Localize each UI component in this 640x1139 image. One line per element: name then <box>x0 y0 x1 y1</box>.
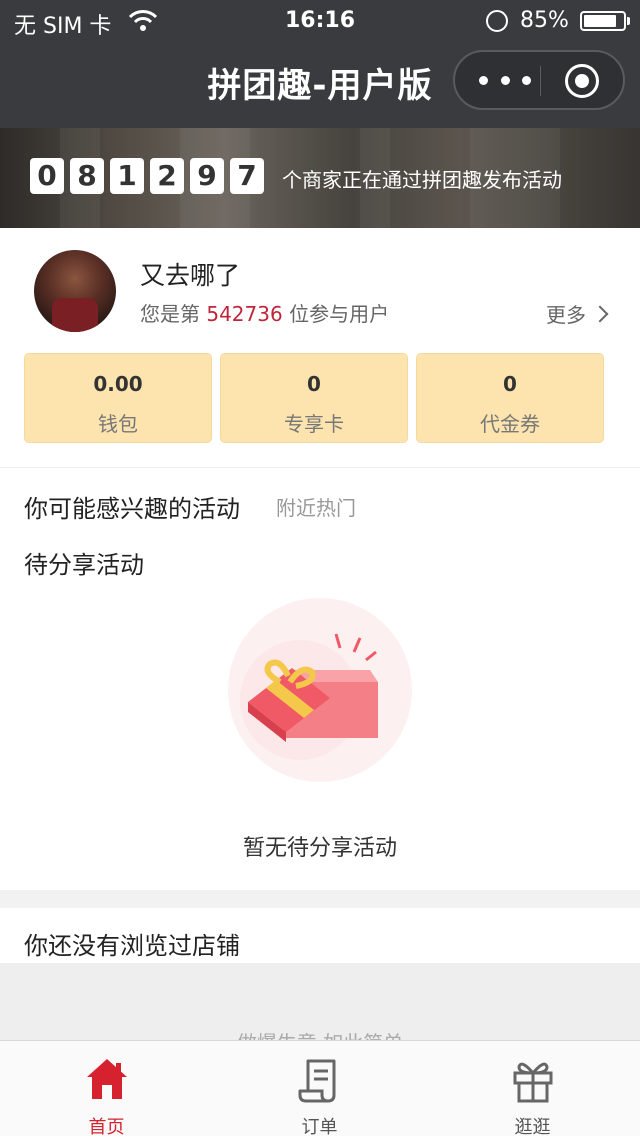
tab-home[interactable]: 首页 <box>0 1041 213 1138</box>
shops-empty-area: 做爆生意 如此简单 <box>0 963 640 1043</box>
rotation-lock-icon <box>486 10 508 32</box>
battery-fill <box>584 15 617 27</box>
counter-digit: 2 <box>150 158 184 194</box>
chevron-right-icon <box>591 305 609 323</box>
counter-digit: 7 <box>230 158 264 194</box>
top-bar: 无 SIM 卡 16:16 85% 拼团趣-用户版 <box>0 0 640 128</box>
pending-section-title: 待分享活动 <box>24 551 144 579</box>
tab-browse[interactable]: 逛逛 <box>426 1041 639 1138</box>
divider <box>0 467 640 468</box>
counter-digit: 9 <box>190 158 224 194</box>
interest-section-title: 你可能感兴趣的活动 <box>24 495 240 523</box>
capsule-divider <box>540 66 541 96</box>
gift-icon <box>513 1062 553 1103</box>
nearby-hot-link[interactable]: 附近热门 <box>276 492 356 521</box>
empty-gift-box-illustration <box>228 598 412 782</box>
battery-percent: 85% <box>520 8 569 33</box>
wallet-value: 0.00 <box>93 372 143 396</box>
member-card-card[interactable]: 0 专享卡 <box>220 353 408 443</box>
home-icon <box>87 1059 127 1099</box>
counter-digit: 8 <box>70 158 104 194</box>
banner-caption: 个商家正在通过拼团趣发布活动 <box>282 168 562 192</box>
page-title: 拼团趣-用户版 <box>207 66 433 106</box>
avatar[interactable] <box>34 250 116 332</box>
battery-cap <box>627 17 630 25</box>
more-menu-button[interactable] <box>479 66 531 94</box>
battery-icon <box>580 11 626 31</box>
close-miniprogram-button[interactable] <box>565 64 599 98</box>
wallet-label: 钱包 <box>98 412 138 436</box>
tab-orders[interactable]: 订单 <box>213 1041 426 1138</box>
counter-digit: 0 <box>30 158 64 194</box>
counter-digit: 1 <box>110 158 144 194</box>
member-card-label: 专享卡 <box>284 412 344 436</box>
merchant-count-banner: 0 8 1 2 9 7 个商家正在通过拼团趣发布活动 <box>0 128 640 228</box>
voucher-label: 代金券 <box>480 412 540 436</box>
tab-browse-label: 逛逛 <box>514 1117 551 1138</box>
miniprogram-capsule <box>453 50 625 110</box>
status-bar: 无 SIM 卡 16:16 85% <box>0 0 640 42</box>
rank-suffix: 位参与用户 <box>289 302 390 326</box>
order-icon <box>298 1059 336 1103</box>
user-rank: 您是第 542736 位参与用户 <box>140 298 389 327</box>
shops-section-title: 你还没有浏览过店铺 <box>24 932 240 960</box>
merchant-counter: 0 8 1 2 9 7 <box>30 158 264 194</box>
member-card-value: 0 <box>307 372 321 396</box>
tab-bar: 首页 订单 逛逛 <box>0 1040 640 1138</box>
wallet-card[interactable]: 0.00 钱包 <box>24 353 212 443</box>
more-link[interactable]: 更多 <box>546 299 609 328</box>
username: 又去哪了 <box>140 261 241 290</box>
asset-cards: 0.00 钱包 0 专享卡 0 代金券 <box>24 353 604 443</box>
tab-home-label: 首页 <box>88 1117 125 1138</box>
more-label: 更多 <box>546 303 586 327</box>
tab-orders-label: 订单 <box>301 1117 338 1138</box>
rank-number: 542736 <box>206 302 283 326</box>
voucher-card[interactable]: 0 代金券 <box>416 353 604 443</box>
voucher-value: 0 <box>503 372 517 396</box>
empty-state-text: 暂无待分享活动 <box>242 836 397 861</box>
rank-prefix: 您是第 <box>140 302 200 326</box>
section-gap <box>0 890 640 908</box>
